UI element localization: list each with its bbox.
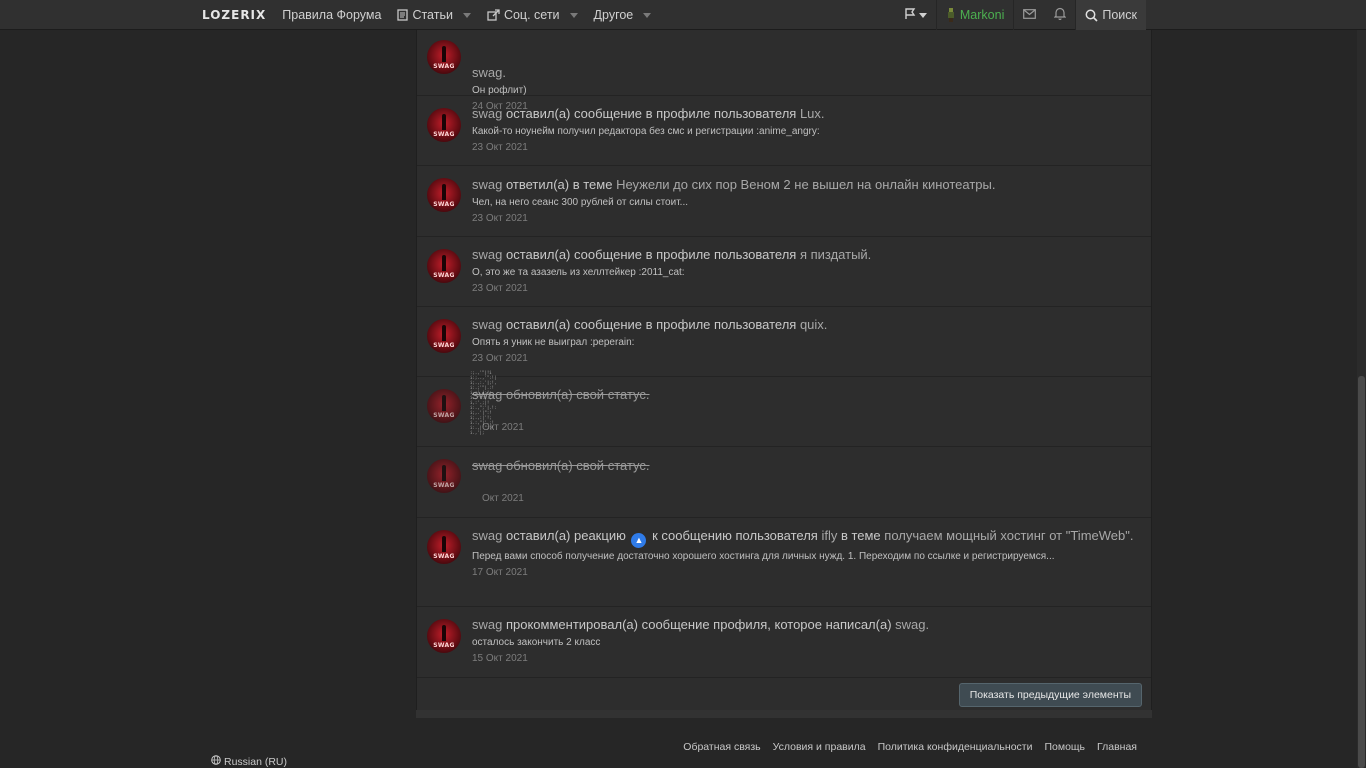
nav-item-rules[interactable]: Правила Форума xyxy=(274,0,389,30)
globe-icon xyxy=(211,755,221,768)
target-link[interactable]: статус. xyxy=(608,387,650,402)
feed-item-title: swag прокомментировал(а) сообщение профи… xyxy=(472,617,930,632)
feed-item: SWAG swag обновил(а) свой статус. Окт 20… xyxy=(417,377,1151,447)
feed-item-date[interactable]: 17 Окт 2021 xyxy=(472,566,1143,579)
feed-bottom-bar xyxy=(416,710,1152,718)
feed-item: SWAG swag оставил(а) сообщение в профиле… xyxy=(417,307,1151,377)
document-icon xyxy=(397,9,409,21)
target-link[interactable]: статус. xyxy=(608,458,650,473)
feed-item-date[interactable]: Окт 2021 xyxy=(472,421,1143,434)
avatar[interactable]: SWAG xyxy=(427,178,461,212)
feed-item: SWAG swag прокомментировал(а) сообщение … xyxy=(417,607,1151,678)
user-link[interactable]: swag xyxy=(472,617,502,632)
feed-item-date[interactable]: 15 Окт 2021 xyxy=(472,652,1143,665)
avatar[interactable]: SWAG xyxy=(427,108,461,142)
feed-item-date[interactable]: 23 Окт 2021 xyxy=(472,352,1143,365)
nav-item-label: Правила Форума xyxy=(282,8,382,22)
feed-item-title: swag ответил(а) в теме Неужели до сих по… xyxy=(472,177,996,192)
footer-link-privacy[interactable]: Политика конфиденциальности xyxy=(878,741,1033,753)
feed-item-date[interactable]: 23 Окт 2021 xyxy=(472,282,1143,295)
feed-item-snippet: Какой-то ноунейм получил редактора без с… xyxy=(472,126,820,137)
target-link[interactable]: quix. xyxy=(800,317,827,332)
feed-item-snippet: осталось закончить 2 класс xyxy=(472,637,601,648)
target-link[interactable]: Lux. xyxy=(800,106,825,121)
feed-item-title: swag. xyxy=(472,64,1143,82)
footer-link-home[interactable]: Главная xyxy=(1097,741,1137,753)
feed-item-title: swag оставил(а) сообщение в профиле поль… xyxy=(472,317,828,332)
user-link[interactable]: swag xyxy=(472,177,502,192)
avatar[interactable]: SWAG xyxy=(427,389,461,423)
feed-item-body: swag оставил(а) сообщение в профиле поль… xyxy=(472,246,1143,295)
avatar[interactable]: SWAG xyxy=(427,619,461,653)
target-link[interactable]: Неужели до сих пор Веном 2 не вышел на о… xyxy=(616,177,995,192)
feed-item-date[interactable]: 23 Окт 2021 xyxy=(472,141,1143,154)
user-link[interactable]: swag xyxy=(472,317,502,332)
target-user-link[interactable]: ifly xyxy=(821,528,837,543)
glitch-overlay: :;.,'"|!ii:;..,'":!|i;.,:.'|;!,i:.;'"|.:… xyxy=(470,370,497,435)
avatar[interactable]: SWAG xyxy=(427,530,461,564)
feed-item-snippet: Перед вами способ получение достаточно х… xyxy=(472,551,1055,562)
user-link[interactable]: swag xyxy=(472,106,502,121)
feed-item-body: swag оставил(а) сообщение в профиле поль… xyxy=(472,105,1143,154)
feed-item-body: swag обновил(а) свой статус. Окт 2021 xyxy=(472,457,1143,505)
activity-feed: SWAG swag. Он рофлит) 24 Окт 2021 SWAG s… xyxy=(416,30,1152,718)
feed-item: SWAG swag оставил(а) сообщение в профиле… xyxy=(417,237,1151,307)
avatar[interactable]: SWAG xyxy=(427,40,461,74)
feed-item-body: swag ответил(а) в теме Неужели до сих по… xyxy=(472,176,1143,225)
language-label: Russian (RU) xyxy=(224,755,288,768)
feed-item-body: swag оставил(а) сообщение в профиле поль… xyxy=(472,316,1143,365)
feed-item-body: swag оставил(а) реакцию ▲ к сообщению по… xyxy=(472,527,1143,579)
feed-item: SWAG swag ответил(а) в теме Неужели до с… xyxy=(417,166,1151,237)
footer-link-feedback[interactable]: Обратная связь xyxy=(683,741,760,753)
target-link[interactable]: получаем мощный хостинг от "TimeWeb". xyxy=(884,528,1133,543)
language-chooser[interactable]: Russian (RU) xyxy=(211,755,287,768)
scrollbar-thumb[interactable] xyxy=(1358,376,1365,768)
footer-link-terms[interactable]: Условия и правила xyxy=(773,741,866,753)
feed-item-title: swag обновил(а) свой статус. xyxy=(472,458,650,473)
thumbs-up-icon: ▲ xyxy=(631,533,647,548)
avatar[interactable]: SWAG xyxy=(427,459,461,493)
user-link[interactable]: swag xyxy=(472,528,502,543)
feed-item-title: swag оставил(а) сообщение в профиле поль… xyxy=(472,247,872,262)
feed-item-snippet: Опять я уник не выиграл :peperain: xyxy=(472,337,635,348)
show-older-items-button[interactable]: Показать предыдущие элементы xyxy=(958,683,1142,707)
feed-item-title: swag оставил(а) сообщение в профиле поль… xyxy=(472,106,825,121)
feed-item-date[interactable]: 23 Окт 2021 xyxy=(472,212,1143,225)
target-link[interactable]: swag. xyxy=(472,65,506,80)
footer-link-help[interactable]: Помощь xyxy=(1044,741,1085,753)
user-link[interactable]: swag xyxy=(472,247,502,262)
feed-item-date[interactable]: Окт 2021 xyxy=(472,492,1143,505)
feed-item-title: swag оставил(а) реакцию ▲ к сообщению по… xyxy=(472,527,1143,548)
feed-item-body: swag обновил(а) свой статус. Окт 2021 xyxy=(472,386,1143,434)
feed-item: SWAG swag оставил(а) сообщение в профиле… xyxy=(417,96,1151,166)
feed-item-snippet: О, это же та азазель из хеллтейкер :2011… xyxy=(472,267,685,278)
feed-item-snippet: Чел, на него сеанс 300 рублей от силы ст… xyxy=(472,197,688,208)
feed-item: SWAG swag. Он рофлит) 24 Окт 2021 xyxy=(417,0,1151,112)
target-link[interactable]: я пиздатый. xyxy=(800,247,871,262)
footer-links: Обратная связь Условия и правила Политик… xyxy=(683,741,1137,753)
avatar[interactable]: SWAG xyxy=(427,319,461,353)
feed-item-title: swag обновил(а) свой статус. xyxy=(472,387,650,402)
feed-item: SWAG swag обновил(а) свой статус. Окт 20… xyxy=(417,447,1151,518)
feed-item-body: swag прокомментировал(а) сообщение профи… xyxy=(472,616,1143,665)
target-link[interactable]: swag. xyxy=(895,617,929,632)
page-scrollbar[interactable] xyxy=(1357,30,1366,768)
feed-item: SWAG swag оставил(а) реакцию ▲ к сообщен… xyxy=(417,518,1151,607)
avatar[interactable]: SWAG xyxy=(427,249,461,283)
site-logo[interactable]: LOZERIX xyxy=(194,0,274,30)
